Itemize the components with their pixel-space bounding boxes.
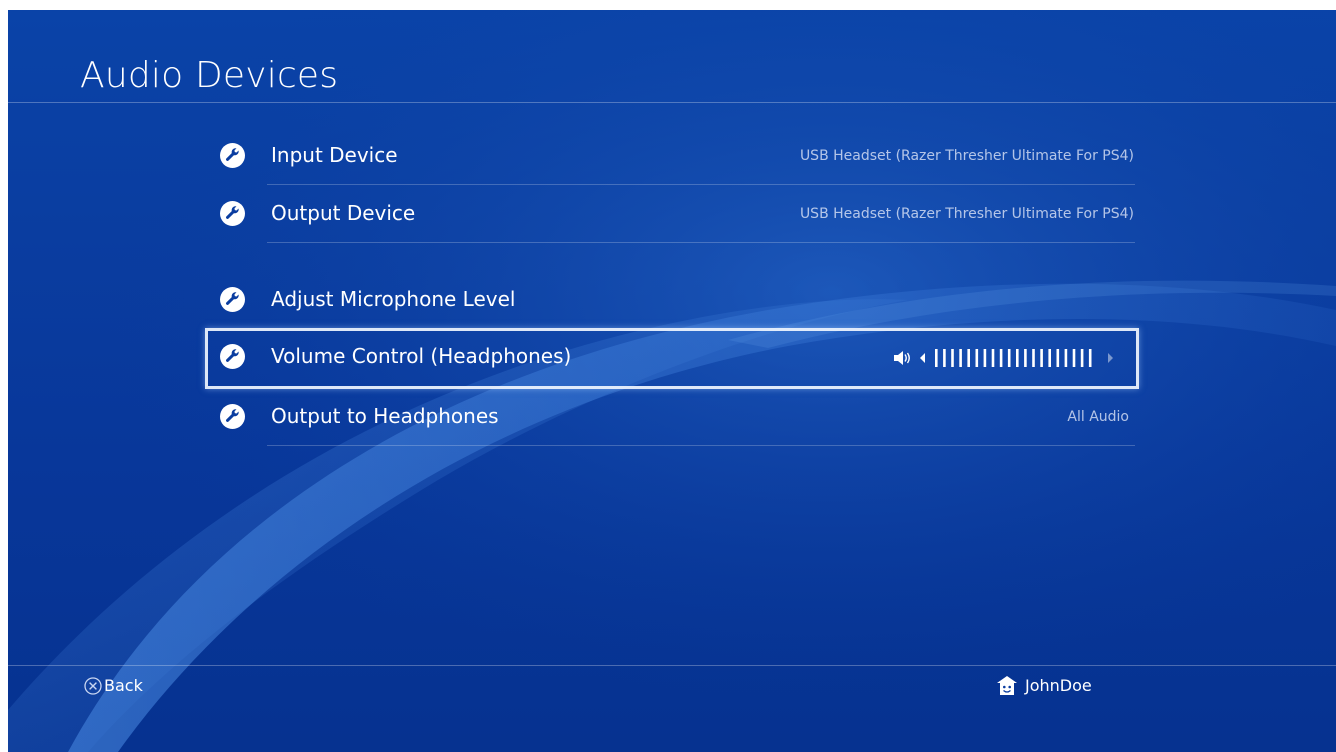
volume-bar <box>1007 349 1011 367</box>
setting-output-device[interactable]: Output Device USB Headset (Razer Threshe… <box>205 185 1139 243</box>
volume-bar <box>1080 349 1084 367</box>
row-divider <box>267 242 1135 243</box>
wrench-icon <box>220 143 245 168</box>
setting-value: USB Headset (Razer Thresher Ultimate For… <box>799 148 1134 164</box>
setting-value: All Audio <box>1067 409 1129 425</box>
setting-label: Output to Headphones <box>271 404 499 428</box>
wrench-icon <box>220 404 245 429</box>
cross-button-icon <box>84 677 102 695</box>
volume-bar <box>1064 349 1068 367</box>
volume-bar <box>1040 349 1043 367</box>
volume-bar <box>1024 349 1027 367</box>
volume-bar <box>1088 349 1092 367</box>
setting-label: Input Device <box>271 143 398 167</box>
user-indicator: JohnDoe <box>996 674 1092 698</box>
wrench-icon <box>220 287 245 312</box>
volume-bar <box>991 349 995 367</box>
wrench-icon <box>220 201 245 226</box>
volume-bar <box>983 349 987 367</box>
back-button[interactable]: Back <box>84 674 143 698</box>
audio-devices-screen: Audio Devices Input Device USB Headset (… <box>8 10 1336 752</box>
setting-label: Output Device <box>271 201 416 225</box>
setting-label: Adjust Microphone Level <box>271 287 516 311</box>
setting-label: Volume Control (Headphones) <box>271 344 572 368</box>
volume-bar <box>1048 349 1051 367</box>
setting-output-to-headphones[interactable]: Output to Headphones All Audio <box>205 388 1139 446</box>
row-divider <box>267 445 1135 446</box>
chevron-left-icon[interactable] <box>920 353 925 363</box>
volume-bar <box>975 349 979 367</box>
chevron-right-icon[interactable] <box>1108 353 1113 363</box>
volume-bar <box>1072 349 1076 367</box>
header-divider <box>8 102 1336 103</box>
setting-value: USB Headset (Razer Thresher Ultimate For… <box>799 206 1134 222</box>
volume-bar <box>951 349 954 367</box>
footer-divider <box>8 665 1336 666</box>
volume-bar <box>1016 349 1019 367</box>
username: JohnDoe <box>1025 676 1092 695</box>
page-title: Audio Devices <box>80 55 339 96</box>
volume-bar <box>959 349 962 367</box>
user-avatar-icon <box>997 676 1017 695</box>
volume-bar <box>1032 349 1035 367</box>
speaker-icon <box>894 351 910 365</box>
setting-input-device[interactable]: Input Device USB Headset (Razer Thresher… <box>205 127 1139 185</box>
back-label: Back <box>104 676 143 695</box>
volume-slider[interactable] <box>894 346 1116 370</box>
setting-adjust-microphone-level[interactable]: Adjust Microphone Level <box>205 271 1139 329</box>
volume-bar <box>967 349 970 367</box>
volume-bar <box>1056 349 1060 367</box>
volume-bar <box>943 349 946 367</box>
volume-bar <box>999 349 1003 367</box>
setting-volume-control-headphones[interactable]: Volume Control (Headphones) <box>205 328 1139 389</box>
wrench-icon <box>220 344 245 369</box>
volume-bar <box>935 349 938 367</box>
volume-level-bars <box>935 349 1092 367</box>
